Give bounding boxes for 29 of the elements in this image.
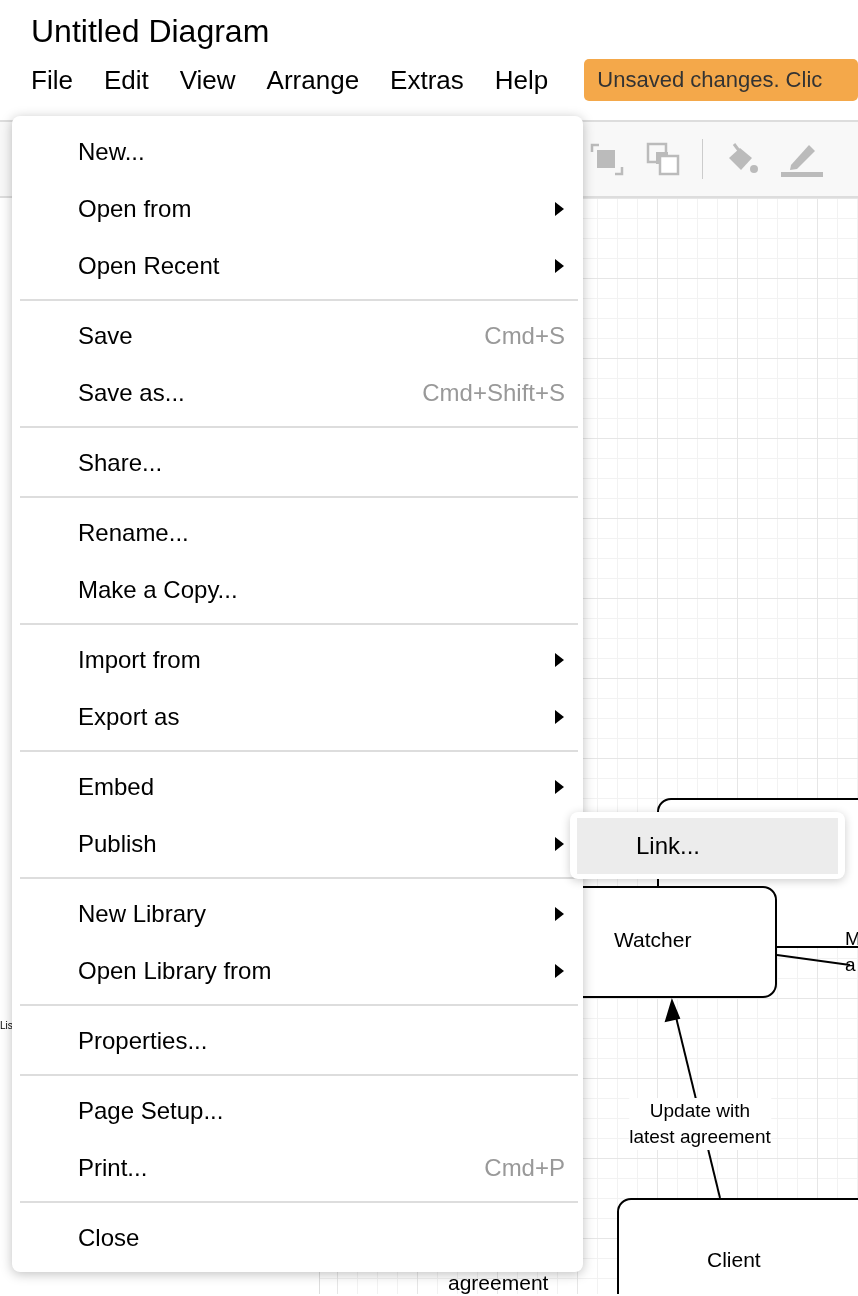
menu-item[interactable]: Close — [12, 1209, 583, 1266]
menu-item[interactable]: File — [31, 64, 73, 96]
menu-item[interactable]: Help — [494, 64, 549, 96]
edge-label: Update with latest agreement — [629, 1098, 771, 1150]
menu-item[interactable]: Print... Cmd+P — [12, 1139, 583, 1196]
menu-item[interactable]: Extras — [390, 64, 464, 96]
to-front-icon[interactable] — [590, 142, 624, 176]
sidebar-label: Lis — [0, 1020, 13, 1031]
menu-item[interactable]: Embed — [12, 758, 583, 815]
window-title: Untitled Diagram — [30, 12, 271, 48]
diagram-node: Client — [617, 1198, 858, 1294]
submenu-item[interactable]: Link... — [577, 818, 838, 874]
to-back-icon[interactable] — [646, 142, 680, 176]
menu-item[interactable]: Save Cmd+S — [12, 307, 583, 364]
menu-item[interactable]: Arrange — [266, 64, 360, 96]
menu-item[interactable]: Share... — [12, 434, 583, 491]
menu-item[interactable]: Open from — [12, 180, 583, 237]
menu-item[interactable]: Save as... Cmd+Shift+S — [12, 364, 583, 421]
menu-item[interactable]: Edit — [103, 64, 149, 96]
menu-item[interactable]: View — [179, 64, 236, 96]
edge-label: agreement — [448, 1270, 549, 1294]
menu-item[interactable]: Rename... — [12, 504, 583, 561]
unsaved-changes-badge[interactable]: Unsaved changes. Clic — [584, 59, 858, 101]
menu-item[interactable]: Page Setup... — [12, 1082, 583, 1139]
menu-item[interactable]: Open Recent — [12, 237, 583, 294]
menu-item[interactable]: Import from — [12, 631, 583, 688]
menu-item[interactable]: Make a Copy... — [12, 561, 583, 618]
menu-item[interactable]: Export as — [12, 688, 583, 745]
menu-item[interactable]: Properties... — [12, 1012, 583, 1069]
